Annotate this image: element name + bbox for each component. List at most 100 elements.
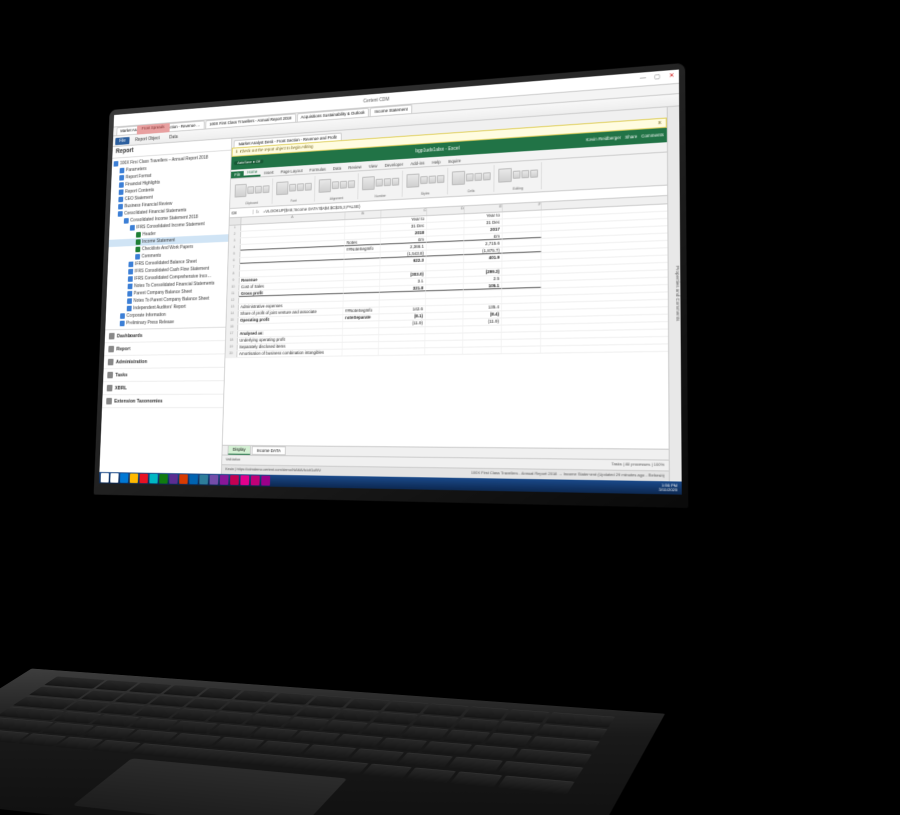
cell[interactable]: [502, 325, 541, 332]
cell[interactable]: 321.8: [380, 285, 426, 292]
ribbon-button[interactable]: [247, 187, 254, 195]
ribbon-button[interactable]: [297, 184, 304, 192]
cell[interactable]: [502, 289, 541, 296]
cell[interactable]: [503, 210, 542, 218]
cell[interactable]: [343, 321, 379, 328]
tree-item[interactable]: Preliminary Press Release: [105, 318, 225, 328]
ribbon-button[interactable]: [362, 177, 375, 191]
ribbon-button[interactable]: [474, 173, 482, 181]
cell[interactable]: [503, 239, 542, 247]
cell[interactable]: (8.4): [463, 311, 502, 318]
ribbon-button[interactable]: [376, 179, 383, 187]
name-box[interactable]: C8: [230, 209, 254, 215]
cell[interactable]: 142.6: [380, 306, 426, 313]
cell[interactable]: [502, 346, 541, 353]
taskbar-app-icon[interactable]: [230, 475, 239, 485]
taskbar-app-icon[interactable]: [251, 475, 260, 485]
cell[interactable]: [379, 341, 425, 348]
taskbar-app-icon[interactable]: [120, 473, 128, 483]
cell[interactable]: [343, 335, 379, 342]
taskbar-app-icon[interactable]: [130, 473, 139, 483]
cell[interactable]: [426, 263, 464, 270]
cell[interactable]: 105.1: [464, 283, 502, 290]
cell[interactable]: [463, 326, 502, 333]
cell[interactable]: [426, 298, 464, 305]
cell[interactable]: [502, 267, 541, 274]
ribbon-button[interactable]: [521, 170, 529, 178]
cell[interactable]: [503, 232, 542, 240]
cell[interactable]: £m: [464, 233, 502, 241]
cell[interactable]: (1,875.7): [464, 248, 502, 256]
ribbon-button[interactable]: [332, 182, 339, 190]
cell[interactable]: [343, 301, 379, 308]
cell[interactable]: [425, 334, 463, 341]
cell[interactable]: [502, 303, 541, 310]
taskbar-app-icon[interactable]: [139, 474, 148, 484]
cell[interactable]: [503, 225, 542, 233]
cell[interactable]: [425, 326, 463, 333]
ribbon-button[interactable]: [420, 176, 428, 184]
properties-rail[interactable]: Properties and Comments: [667, 106, 682, 481]
cell[interactable]: [502, 260, 541, 268]
taskbar-app-icon[interactable]: [240, 475, 249, 485]
maximize-button[interactable]: ▢: [650, 70, 664, 85]
cell[interactable]: [502, 246, 541, 254]
file-menu[interactable]: File: [115, 137, 129, 145]
ribbon-button[interactable]: [262, 186, 269, 194]
ribbon-button[interactable]: [319, 179, 332, 193]
cell[interactable]: [502, 296, 541, 303]
cell[interactable]: 2017: [464, 226, 502, 234]
cell[interactable]: [427, 242, 465, 250]
ribbon-button[interactable]: [466, 174, 474, 182]
cell[interactable]: noteSeparate: [343, 314, 379, 321]
cell[interactable]: [427, 228, 465, 236]
excel-user[interactable]: Kevin Reidberger: [586, 135, 621, 143]
cell[interactable]: [464, 262, 502, 269]
ribbon-button[interactable]: [348, 181, 355, 189]
panel-extension-taxonomies[interactable]: Extension Taxonomies: [102, 395, 223, 409]
ribbon-button[interactable]: [289, 184, 296, 192]
ribbon-button[interactable]: [498, 168, 512, 183]
cell[interactable]: [427, 249, 465, 256]
panel-xbrl[interactable]: XBRL: [103, 382, 224, 396]
autosave-toggle[interactable]: AutoSave ● Off: [234, 159, 264, 165]
cell[interactable]: [426, 291, 464, 298]
cell[interactable]: [426, 284, 464, 291]
taskbar-app-icon[interactable]: [261, 476, 270, 486]
taskbar-app-icon[interactable]: [199, 475, 208, 485]
cell[interactable]: [502, 332, 541, 339]
taskbar-app-icon[interactable]: [220, 475, 229, 485]
cell[interactable]: [343, 342, 379, 349]
excel-tab-home[interactable]: Home: [244, 168, 261, 178]
cell[interactable]: 2.5: [464, 276, 502, 283]
taskbar-app-icon[interactable]: [169, 474, 178, 484]
share-button[interactable]: Share: [625, 134, 637, 140]
cell[interactable]: [463, 333, 502, 340]
cell[interactable]: (299.3): [464, 269, 502, 276]
info-close-icon[interactable]: ✕: [658, 120, 662, 126]
cell[interactable]: [344, 280, 380, 287]
cell[interactable]: [464, 290, 502, 297]
system-clock[interactable]: 1:56 PM3/11/2020: [659, 483, 680, 492]
ribbon-button[interactable]: [429, 176, 437, 184]
cell[interactable]: [502, 318, 541, 325]
comments-button[interactable]: Comments: [641, 132, 663, 139]
taskbar-app-icon[interactable]: [179, 474, 188, 484]
cell[interactable]: [502, 282, 541, 289]
cell[interactable]: [344, 294, 380, 301]
cell[interactable]: (11.9): [463, 318, 502, 325]
cell[interactable]: [380, 299, 426, 306]
cell[interactable]: [426, 256, 464, 263]
cell[interactable]: 2,715.6: [464, 240, 502, 248]
col-header[interactable]: D: [427, 206, 465, 215]
ribbon-button[interactable]: [255, 186, 262, 194]
cell[interactable]: [425, 348, 463, 355]
cell[interactable]: [343, 328, 379, 335]
ribbon-button[interactable]: [437, 175, 445, 183]
cell[interactable]: [502, 253, 541, 261]
cell[interactable]: [463, 347, 502, 354]
cell[interactable]: [379, 348, 425, 355]
cell[interactable]: [464, 297, 503, 304]
cell[interactable]: 135.4: [464, 304, 503, 311]
ribbon-button[interactable]: [483, 173, 491, 181]
